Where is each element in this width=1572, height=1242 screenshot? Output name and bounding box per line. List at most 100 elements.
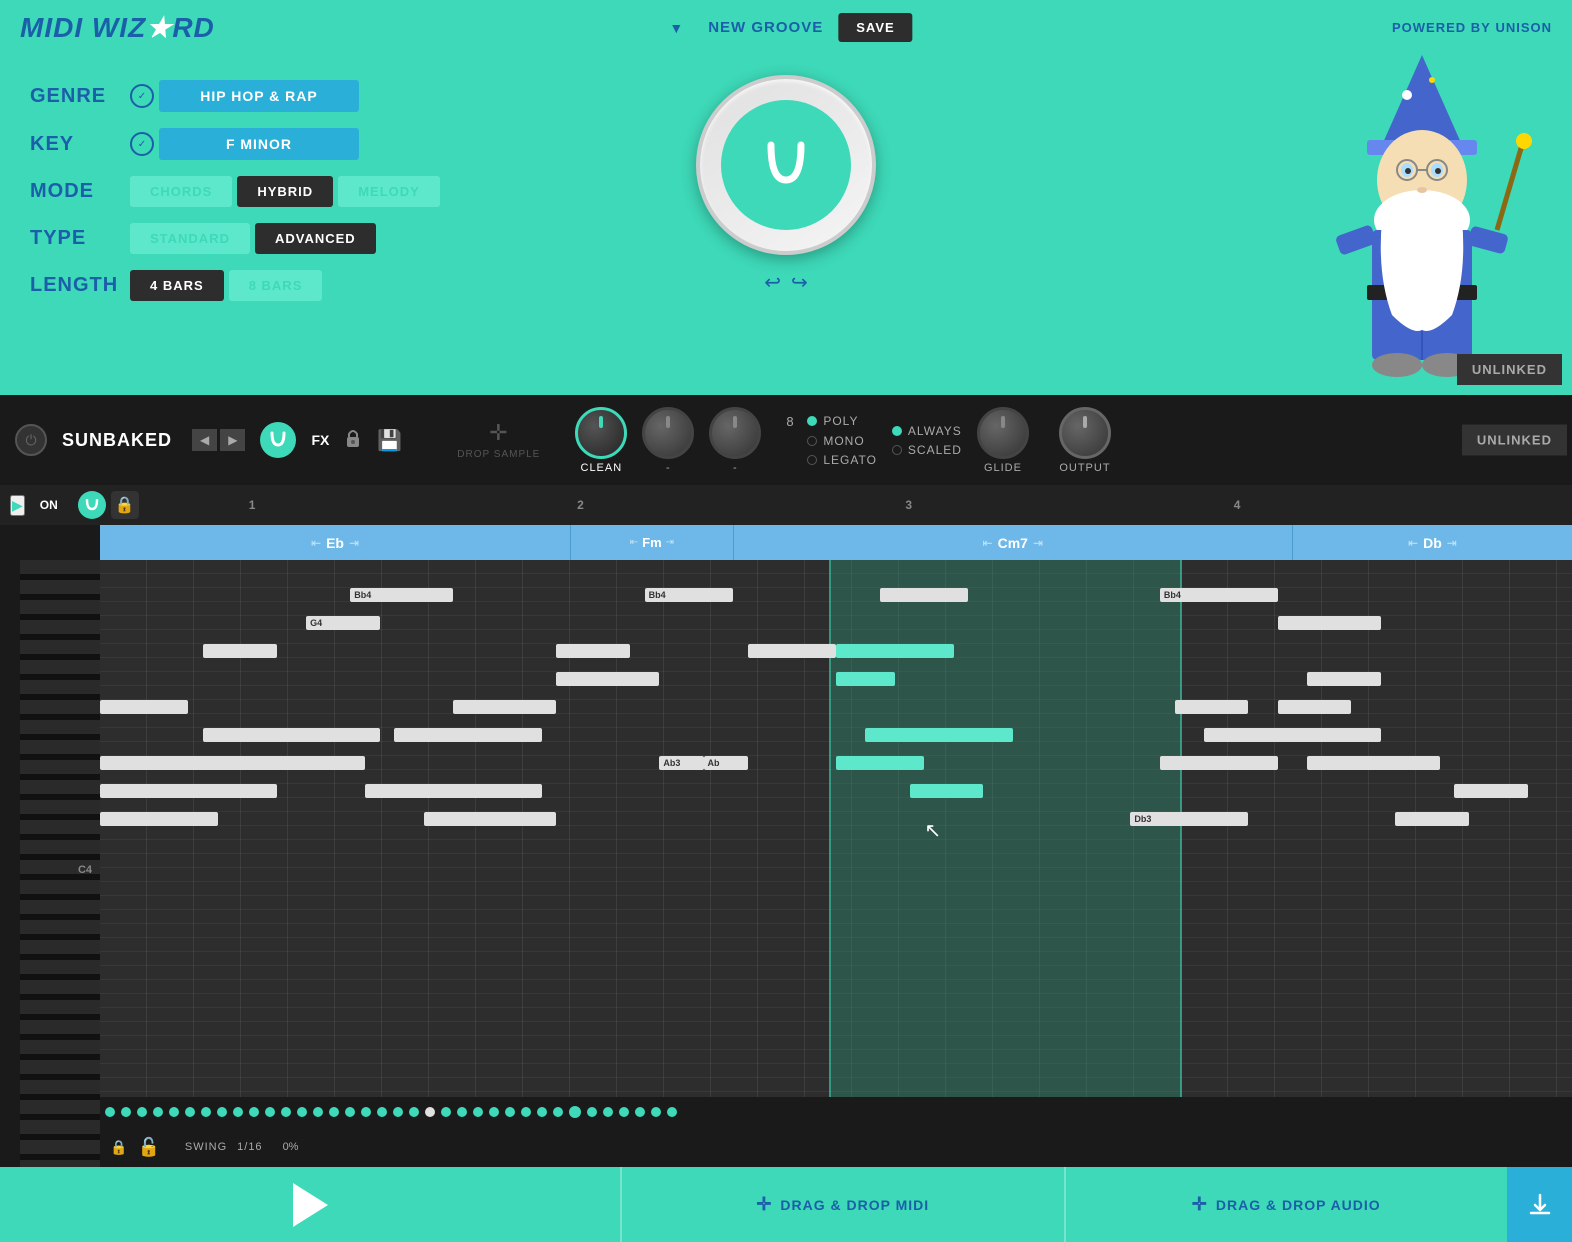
swing-dot-8[interactable] [217,1107,227,1117]
note-9[interactable] [748,644,836,658]
note-13[interactable] [424,812,556,826]
note-db3[interactable]: Db3 [1130,812,1248,826]
swing-dot-5[interactable] [169,1107,179,1117]
swing-dot-7[interactable] [201,1107,211,1117]
mono-dot[interactable] [807,436,817,446]
glide-knob[interactable] [977,407,1029,459]
mode-melody-button[interactable]: MELODY [338,176,440,207]
chord-eb[interactable]: ⇤ Eb ⇥ [100,525,571,560]
note-16[interactable] [1160,756,1278,770]
swing-dot-34[interactable] [667,1107,677,1117]
chord-cm7[interactable]: ⇤ Cm7 ⇥ [734,525,1293,560]
unison-roll-icon[interactable] [78,491,106,519]
note-14[interactable] [1175,700,1249,714]
note-20[interactable] [1278,728,1381,742]
mode-hybrid-button[interactable]: HYBRID [237,176,333,207]
note-hl-5[interactable] [910,784,984,798]
mode-chords-button[interactable]: CHORDS [130,176,232,207]
swing-dot-15[interactable] [329,1107,339,1117]
swing-dot-26[interactable] [521,1107,531,1117]
note-3[interactable] [203,728,380,742]
note-18[interactable] [1307,672,1381,686]
undo-button[interactable]: ↩ [764,270,781,295]
next-preset-button[interactable]: ▶ [220,429,245,451]
swing-dot-9[interactable] [233,1107,243,1117]
type-standard-button[interactable]: STANDARD [130,223,250,254]
swing-dot-25[interactable] [505,1107,515,1117]
note-19[interactable] [1278,700,1352,714]
length-4bars-button[interactable]: 4 BARS [130,270,224,301]
swing-dot-10[interactable] [249,1107,259,1117]
note-5[interactable] [100,784,277,798]
prev-preset-button[interactable]: ◀ [192,429,217,451]
scaled-dot[interactable] [892,445,902,455]
swing-dot-23[interactable] [473,1107,483,1117]
output-knob[interactable] [1059,407,1111,459]
note-1[interactable] [203,644,277,658]
lock-roll-icon[interactable]: 🔒 [111,491,139,519]
note-17[interactable] [1278,616,1381,630]
note-22[interactable] [1395,812,1469,826]
key-dropdown[interactable]: ✓ F MINOR [130,128,359,160]
unlinked-synth-button[interactable]: UNLINKED [1462,425,1567,456]
swing-dot-27[interactable] [537,1107,547,1117]
note-2[interactable] [100,700,188,714]
swing-dot-20[interactable] [409,1107,419,1117]
swing-dot-24[interactable] [489,1107,499,1117]
swing-dot-21[interactable] [441,1107,451,1117]
unlinked-button[interactable]: UNLINKED [1457,354,1562,385]
roll-play-button[interactable]: ▶ [10,495,25,516]
note-6[interactable] [100,812,218,826]
swing-dot-17[interactable] [361,1107,371,1117]
note-10[interactable] [453,700,556,714]
swing-dot-3[interactable] [137,1107,147,1117]
note-hl-3[interactable] [865,728,1012,742]
chord-db[interactable]: ⇤ Db ⇥ [1293,525,1572,560]
swing-dot-12[interactable] [281,1107,291,1117]
type-advanced-button[interactable]: ADVANCED [255,223,376,254]
swing-dot-14[interactable] [313,1107,323,1117]
drag-midi-section[interactable]: ✛ DRAG & DROP MIDI [620,1167,1064,1242]
swing-dot-6[interactable] [185,1107,195,1117]
always-dot[interactable] [892,426,902,436]
swing-dot-22[interactable] [457,1107,467,1117]
drop-sample-area[interactable]: ✛ DROP SAMPLE [457,420,540,460]
redo-button[interactable]: ↪ [791,270,808,295]
swing-dot-18[interactable] [377,1107,387,1117]
knob3[interactable] [709,407,761,459]
swing-dot-1[interactable] [105,1107,115,1117]
length-8bars-button[interactable]: 8 BARS [229,270,323,301]
note-bb4-2[interactable]: Bb4 [645,588,733,602]
swing-dot-large[interactable] [569,1106,581,1118]
note-7[interactable] [556,644,630,658]
note-bb4-1[interactable]: Bb4 [350,588,453,602]
swing-dot-13[interactable] [297,1107,307,1117]
legato-dot[interactable] [807,455,817,465]
knob2[interactable] [642,407,694,459]
note-23[interactable] [1454,784,1528,798]
poly-dot[interactable] [807,416,817,426]
swing-dot-29[interactable] [587,1107,597,1117]
clean-knob[interactable] [575,407,627,459]
note-11[interactable] [394,728,541,742]
note-ab[interactable]: Ab [704,756,748,770]
swing-dot-16[interactable] [345,1107,355,1117]
note-8[interactable] [556,672,659,686]
drag-audio-section[interactable]: ✛ DRAG & DROP AUDIO [1064,1167,1508,1242]
note-12[interactable] [365,784,542,798]
note-4[interactable] [100,756,365,770]
swing-dot-31[interactable] [619,1107,629,1117]
note-bb4-3[interactable] [880,588,968,602]
swing-dot-28[interactable] [553,1107,563,1117]
swing-dot-4[interactable] [153,1107,163,1117]
save-button[interactable]: SAVE [838,13,912,42]
power-button[interactable]: ⏻ [15,424,47,456]
swing-dot-30[interactable] [603,1107,613,1117]
note-21[interactable] [1307,756,1439,770]
swing-dot-white[interactable] [425,1107,435,1117]
note-ab3-1[interactable]: Ab3 [659,756,703,770]
swing-dot-19[interactable] [393,1107,403,1117]
groove-dropdown-button[interactable]: ▼ [659,14,693,42]
note-bb4-4[interactable]: Bb4 [1160,588,1278,602]
big-play-button[interactable] [283,1177,338,1232]
